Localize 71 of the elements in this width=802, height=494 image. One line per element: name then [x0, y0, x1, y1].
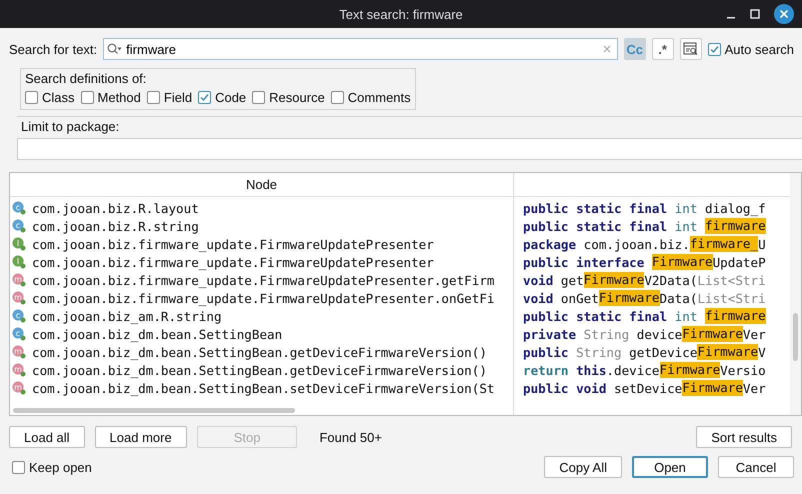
- checkbox[interactable]: [252, 91, 266, 104]
- node-name[interactable]: com.jooan.biz.firmware_update.FirmwareUpdatePresenter: [32, 236, 434, 252]
- node-name[interactable]: com.jooan.biz_dm.bean.SettingBean: [32, 326, 282, 342]
- node-name[interactable]: com.jooan.biz_am.R.string: [32, 308, 222, 324]
- result-count: Found 50+: [319, 430, 382, 444]
- group-title: Limit to package:: [21, 119, 120, 134]
- code-line: private String deviceFirmwareVer: [522, 325, 767, 343]
- checkbox[interactable]: [80, 91, 94, 104]
- method-icon: m: [12, 381, 26, 395]
- checkbox[interactable]: [25, 91, 38, 104]
- class-icon: c: [12, 327, 26, 341]
- node-name[interactable]: com.jooan.biz_dm.bean.SettingBean.getDeviceFirmwareVersion(): [32, 344, 487, 360]
- code-line: public static final int dialog_f: [522, 200, 767, 217]
- checkbox-label: Field: [164, 90, 192, 105]
- checkbox-label: Comments: [348, 90, 411, 105]
- node-name[interactable]: com.jooan.biz.R.layout: [32, 200, 199, 216]
- dialog-button[interactable]: Copy All: [544, 456, 622, 478]
- column-header[interactable]: Node: [10, 173, 513, 197]
- code-line: public static final int firmware: [522, 217, 767, 235]
- interface-icon: I: [12, 237, 26, 251]
- code-line: public interface FirmwareUpdateP: [522, 253, 767, 271]
- node-name[interactable]: com.jooan.biz.firmware_update.FirmwareUpdatePresenter.getFirm: [32, 272, 495, 288]
- node-name[interactable]: com.jooan.biz_dm.bean.SettingBean.getDeviceFirmwareVersion(): [32, 362, 487, 378]
- node-name[interactable]: com.jooan.biz.firmware_update.FirmwareUpdatePresenter.onGetFi: [32, 290, 495, 306]
- method-icon: m: [12, 273, 26, 287]
- code-line: return this.deviceFirmwareVersio: [522, 361, 767, 379]
- checkbox-label: Auto search: [724, 42, 794, 56]
- code-line: void getFirmwareV2Data(List<Stri: [522, 271, 767, 289]
- node-name[interactable]: com.jooan.biz.R.string: [32, 218, 199, 234]
- code-line: public static final int firmware: [522, 307, 767, 325]
- scrollbar-thumb[interactable]: [793, 313, 798, 361]
- search-in-document-button[interactable]: [680, 38, 702, 60]
- scrollbar-thumb[interactable]: [13, 408, 295, 413]
- checkbox-label: Method: [98, 90, 141, 105]
- interface-icon: I: [12, 255, 26, 269]
- dialog-button[interactable]: Cancel: [718, 456, 794, 478]
- checkbox[interactable]: [146, 91, 160, 104]
- method-icon: m: [12, 345, 26, 359]
- code-line: void onGetFirmwareData(List<Stri: [522, 289, 767, 307]
- class-icon: c: [12, 219, 26, 233]
- action-button[interactable]: Load more: [94, 426, 187, 448]
- checkbox[interactable]: [198, 91, 212, 104]
- checkbox[interactable]: [330, 91, 344, 104]
- method-icon: m: [12, 363, 26, 377]
- checkbox-label: Resource: [269, 90, 325, 105]
- method-icon: m: [12, 291, 26, 305]
- node-name[interactable]: com.jooan.biz.firmware_update.FirmwareUpdatePresenter: [32, 254, 434, 270]
- search-field[interactable]: firmware: [103, 38, 618, 60]
- maximize-icon[interactable]: [750, 9, 760, 19]
- document-search-icon: [682, 42, 699, 56]
- class-icon: c: [12, 309, 26, 323]
- code-line: public void setDeviceFirmwareVer: [522, 379, 767, 397]
- group-title: Search definitions of:: [25, 71, 148, 86]
- close-icon[interactable]: [774, 4, 794, 24]
- checkbox[interactable]: [708, 42, 721, 56]
- clear-icon[interactable]: [602, 45, 611, 53]
- package-field[interactable]: [17, 138, 802, 160]
- checkbox-label: Class: [42, 90, 75, 105]
- checkbox[interactable]: [12, 460, 25, 474]
- search-icon: [107, 43, 124, 55]
- class-icon: c: [12, 201, 26, 215]
- action-button[interactable]: Load all: [9, 426, 85, 448]
- search-label: Search for text:: [9, 42, 98, 56]
- checkbox-label: Keep open: [29, 460, 92, 474]
- code-line: public String getDeviceFirmwareV: [522, 343, 767, 361]
- search-option-button[interactable]: .*: [652, 38, 674, 60]
- checkbox-label: Code: [215, 90, 246, 105]
- node-name[interactable]: com.jooan.biz_dm.bean.SettingBean.setDeviceFirmwareVersion(St: [32, 380, 495, 396]
- dialog-button[interactable]: Open: [632, 456, 708, 478]
- window-title: Text search: firmware: [339, 6, 463, 22]
- sort-button[interactable]: Sort results: [696, 426, 792, 448]
